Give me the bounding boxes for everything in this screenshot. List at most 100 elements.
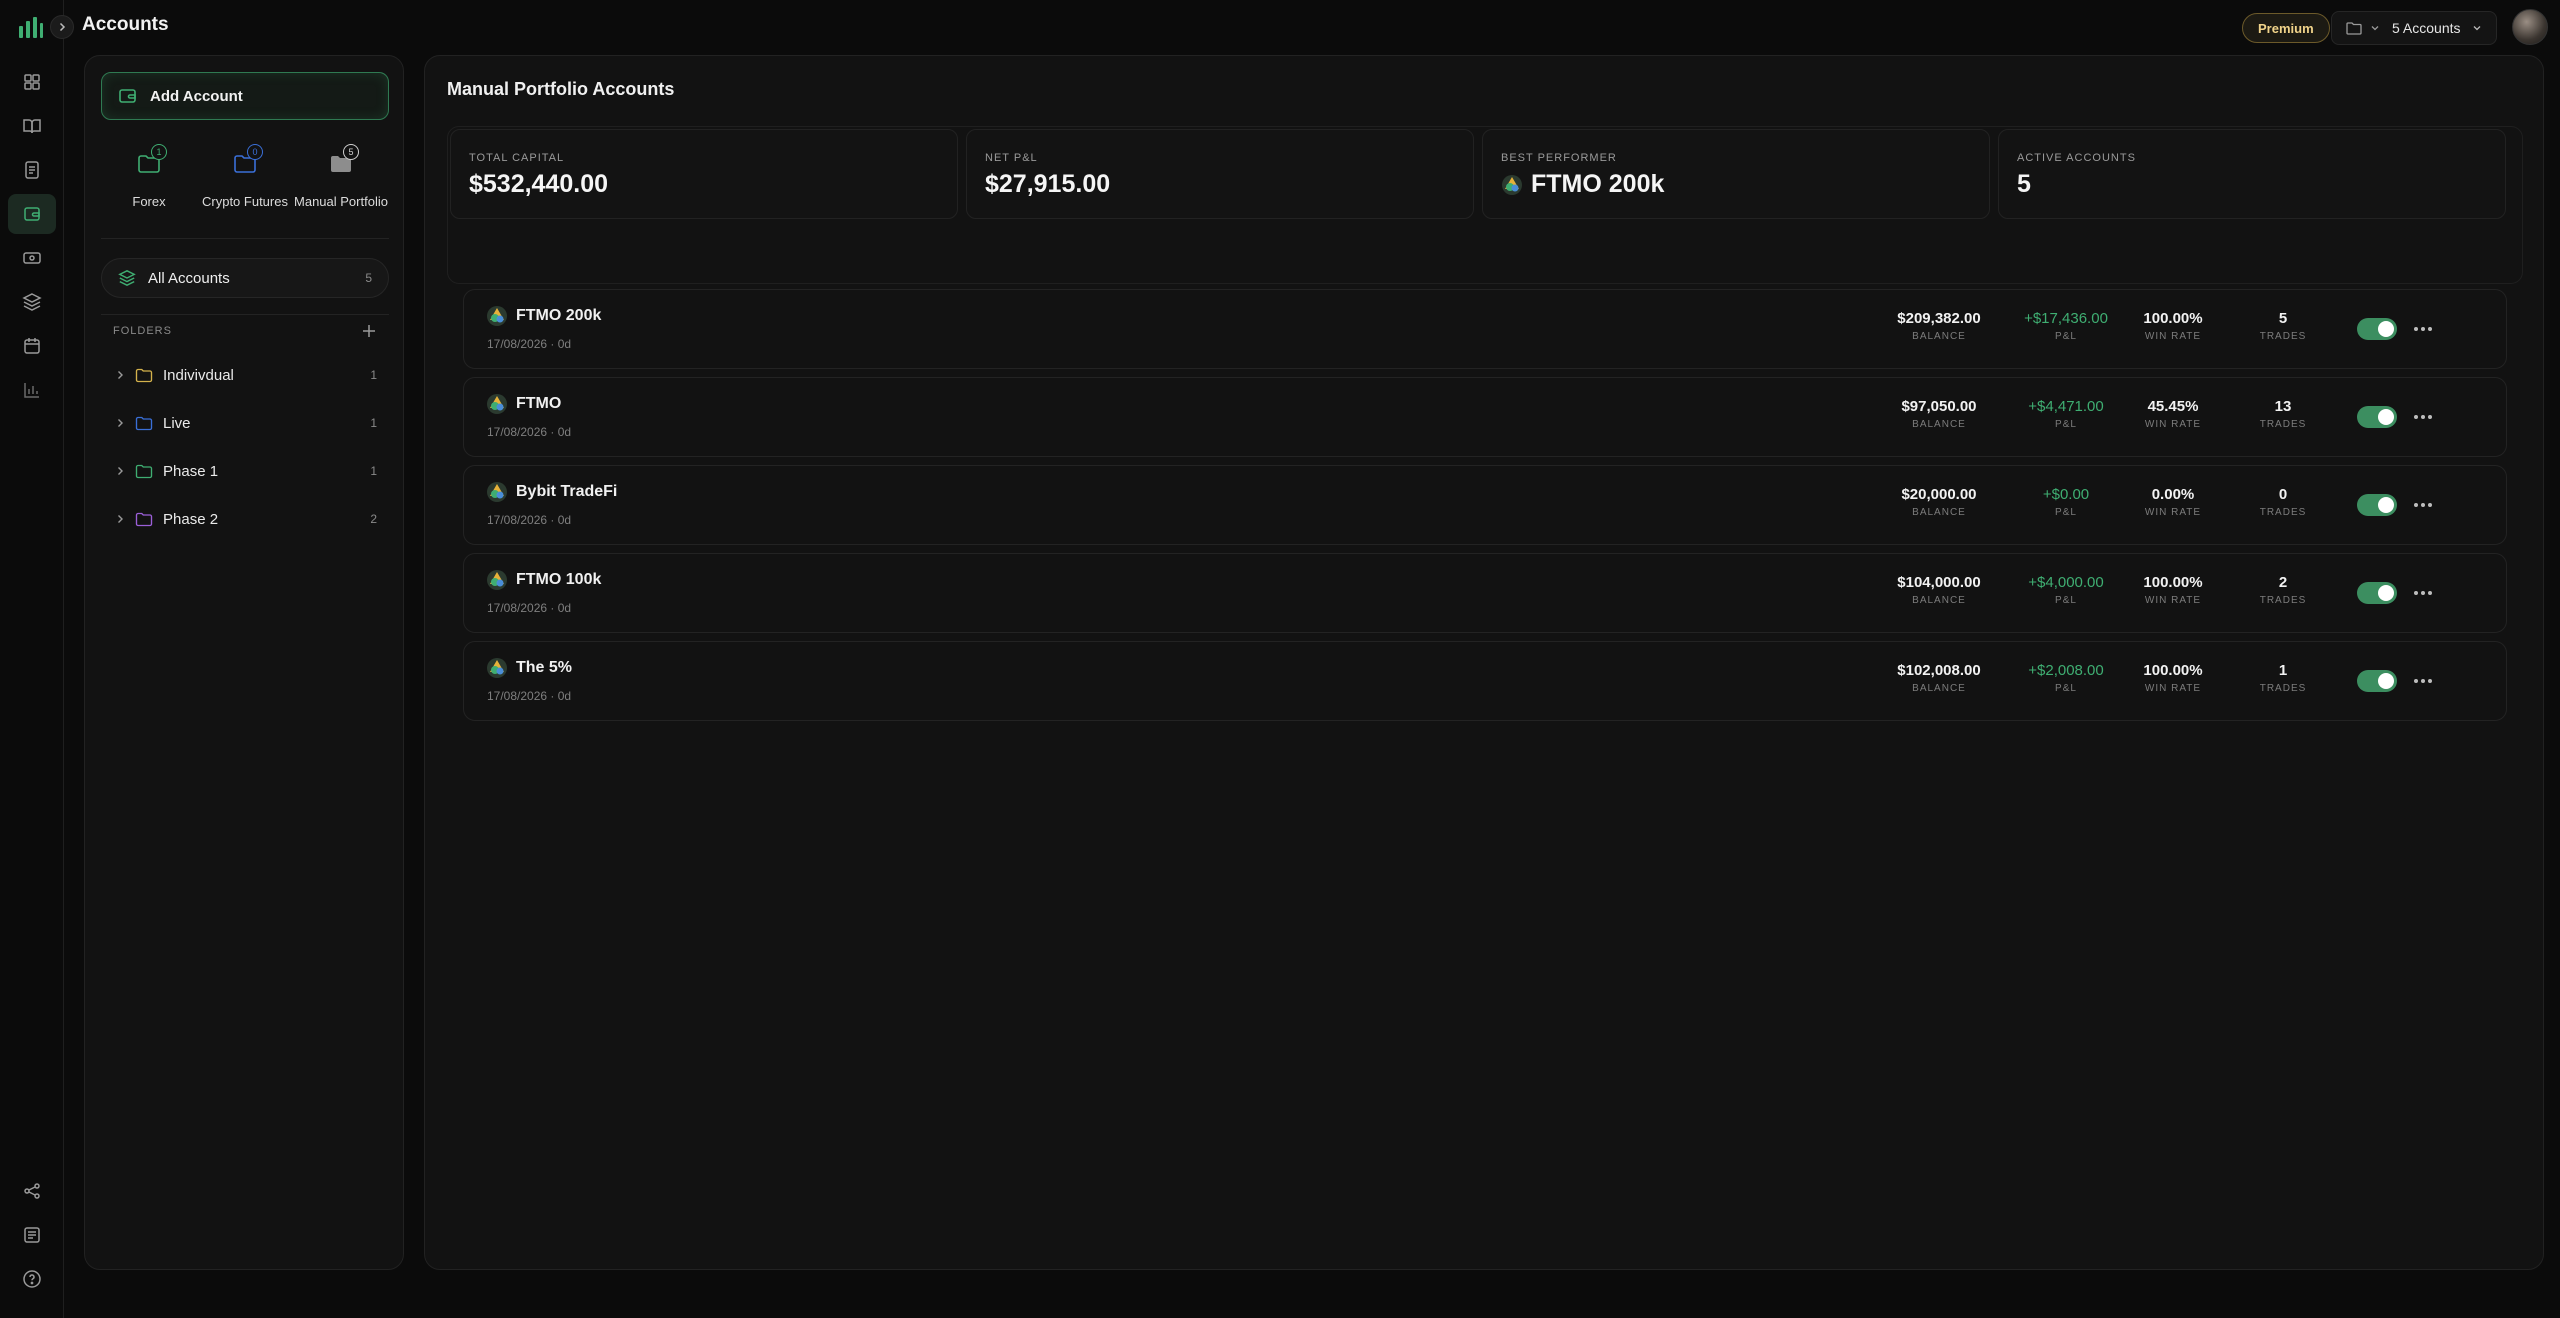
- folder-item[interactable]: Indivivdual 1: [115, 359, 377, 391]
- metric-label: WIN RATE: [2144, 595, 2202, 606]
- account-active-toggle[interactable]: [2357, 494, 2397, 516]
- account-date: 17/08/2026 · 0d: [487, 425, 572, 439]
- metric-label: TRADES: [2259, 419, 2307, 430]
- metric-value: 100.00%: [2143, 662, 2203, 679]
- metric-value: $20,000.00: [1901, 486, 1977, 503]
- chevron-right-icon[interactable]: [115, 370, 125, 380]
- document-icon: [25, 161, 39, 179]
- account-active-toggle[interactable]: [2357, 670, 2397, 692]
- metric-balance: $20,000.00 BALANCE: [1879, 486, 1999, 518]
- account-row[interactable]: FTMO 200k 17/08/2026 · 0d $209,382.00 BAL…: [463, 289, 2507, 369]
- metric-value: 5: [2278, 310, 2288, 327]
- metric-label: P&L: [2055, 419, 2077, 430]
- account-active-toggle[interactable]: [2357, 318, 2397, 340]
- grid-icon: [24, 74, 40, 90]
- account-row[interactable]: The 5% 17/08/2026 · 0d $102,008.00 BALANC…: [463, 641, 2507, 721]
- metric-value: 100.00%: [2143, 574, 2203, 591]
- metric-value: 45.45%: [2147, 398, 2199, 415]
- add-account-label: Add Account: [150, 87, 243, 105]
- folder-item[interactable]: Phase 1 1: [115, 455, 377, 487]
- folder-icon: [135, 416, 153, 430]
- premium-badge[interactable]: Premium: [2242, 13, 2330, 43]
- section-title: Manual Portfolio Accounts: [447, 79, 675, 99]
- expand-sidebar-button[interactable]: [50, 15, 74, 39]
- share-icon: [24, 1183, 40, 1199]
- help-circle-icon: [23, 1270, 41, 1288]
- account-active-toggle[interactable]: [2357, 406, 2397, 428]
- stat-value-text: 5: [2017, 170, 2031, 198]
- add-account-button[interactable]: Add Account: [101, 72, 389, 120]
- chevron-right-icon[interactable]: [115, 466, 125, 476]
- metric-label: BALANCE: [1912, 683, 1966, 694]
- nav-calendar[interactable]: [8, 326, 56, 366]
- account-row[interactable]: FTMO 17/08/2026 · 0d $97,050.00 BALANCE +…: [463, 377, 2507, 457]
- nav-rail: [0, 0, 64, 1318]
- category-crypto-futures[interactable]: 0 Crypto Futures: [197, 144, 293, 209]
- nav-accounts[interactable]: [8, 194, 56, 234]
- more-options-icon[interactable]: [2410, 406, 2436, 428]
- account-name-text: FTMO 100k: [516, 571, 602, 588]
- folder-item[interactable]: Live 1: [115, 407, 377, 439]
- stat-net-pnl: NET P&L $27,915.00: [966, 129, 1474, 219]
- category-manual-portfolio[interactable]: 5 Manual Portfolio: [293, 144, 389, 209]
- bar-chart-logo-icon[interactable]: [18, 14, 44, 40]
- account-row[interactable]: Bybit TradeFi 17/08/2026 · 0d $20,000.00…: [463, 465, 2507, 545]
- metric-label: WIN RATE: [2144, 419, 2202, 430]
- more-options-icon[interactable]: [2410, 318, 2436, 340]
- nav-dashboard[interactable]: [8, 62, 56, 102]
- metric-label: P&L: [2055, 331, 2077, 342]
- nav-analytics[interactable]: [8, 370, 56, 410]
- folder-icon: [2346, 22, 2362, 35]
- metatrader-icon: [487, 482, 507, 502]
- all-accounts-label: All Accounts: [148, 269, 230, 287]
- book-open-icon: [23, 119, 41, 134]
- metric-value: +$4,000.00: [2028, 574, 2104, 591]
- nav-share[interactable]: [8, 1171, 56, 1211]
- metric-value: 100.00%: [2143, 310, 2203, 327]
- accounts-sidebar: Add Account 1 Forex 0 Crypto Futures 5 M…: [84, 55, 404, 1270]
- more-options-icon[interactable]: [2410, 670, 2436, 692]
- metatrader-icon: [487, 658, 507, 678]
- chevron-right-icon[interactable]: [115, 418, 125, 428]
- all-accounts-count: 5: [365, 271, 372, 285]
- folder-icon: [135, 512, 153, 526]
- account-row[interactable]: FTMO 100k 17/08/2026 · 0d $104,000.00 BAL…: [463, 553, 2507, 633]
- folders-label: FOLDERS: [113, 325, 172, 337]
- plus-icon[interactable]: [361, 323, 377, 339]
- more-options-icon[interactable]: [2410, 494, 2436, 516]
- account-name-text: Bybit TradeFi: [516, 483, 618, 500]
- account-date: 17/08/2026 · 0d: [487, 513, 572, 527]
- stat-label: TOTAL CAPITAL: [469, 152, 565, 164]
- stat-value-text: FTMO 200k: [1531, 170, 1665, 198]
- account-selector[interactable]: 5 Accounts: [2331, 11, 2497, 45]
- nav-journal[interactable]: [8, 106, 56, 146]
- nav-cash[interactable]: [8, 238, 56, 278]
- stat-value-text: $27,915.00: [985, 170, 1111, 198]
- folder-item[interactable]: Phase 2 2: [115, 503, 377, 535]
- avatar[interactable]: [2512, 9, 2548, 45]
- nav-notes[interactable]: [8, 150, 56, 190]
- nav-news[interactable]: [8, 1215, 56, 1255]
- account-date: 17/08/2026 · 0d: [487, 601, 572, 615]
- folder-count: 2: [370, 512, 377, 526]
- folder-count: 1: [370, 464, 377, 478]
- calendar-icon: [24, 338, 40, 354]
- chevron-right-icon[interactable]: [115, 514, 125, 524]
- metric-value: +$4,471.00: [2028, 398, 2104, 415]
- metric-value: 13: [2274, 398, 2292, 415]
- bar-chart-icon: [24, 383, 39, 398]
- wallet-icon: [24, 207, 40, 221]
- metric-label: BALANCE: [1912, 595, 1966, 606]
- category-forex[interactable]: 1 Forex: [101, 144, 197, 209]
- metric-trades: 0 TRADES: [2223, 486, 2343, 518]
- category-count: 1: [151, 144, 167, 160]
- account-name: FTMO 200k: [486, 305, 601, 327]
- more-options-icon[interactable]: [2410, 582, 2436, 604]
- all-accounts-item[interactable]: All Accounts 5: [101, 258, 389, 298]
- chevron-right-icon: [59, 22, 66, 32]
- metric-value: 1: [2278, 662, 2288, 679]
- account-active-toggle[interactable]: [2357, 582, 2397, 604]
- metric-pnl: +$4,000.00 P&L: [2006, 574, 2126, 606]
- nav-layers[interactable]: [8, 282, 56, 322]
- nav-help[interactable]: [8, 1259, 56, 1299]
